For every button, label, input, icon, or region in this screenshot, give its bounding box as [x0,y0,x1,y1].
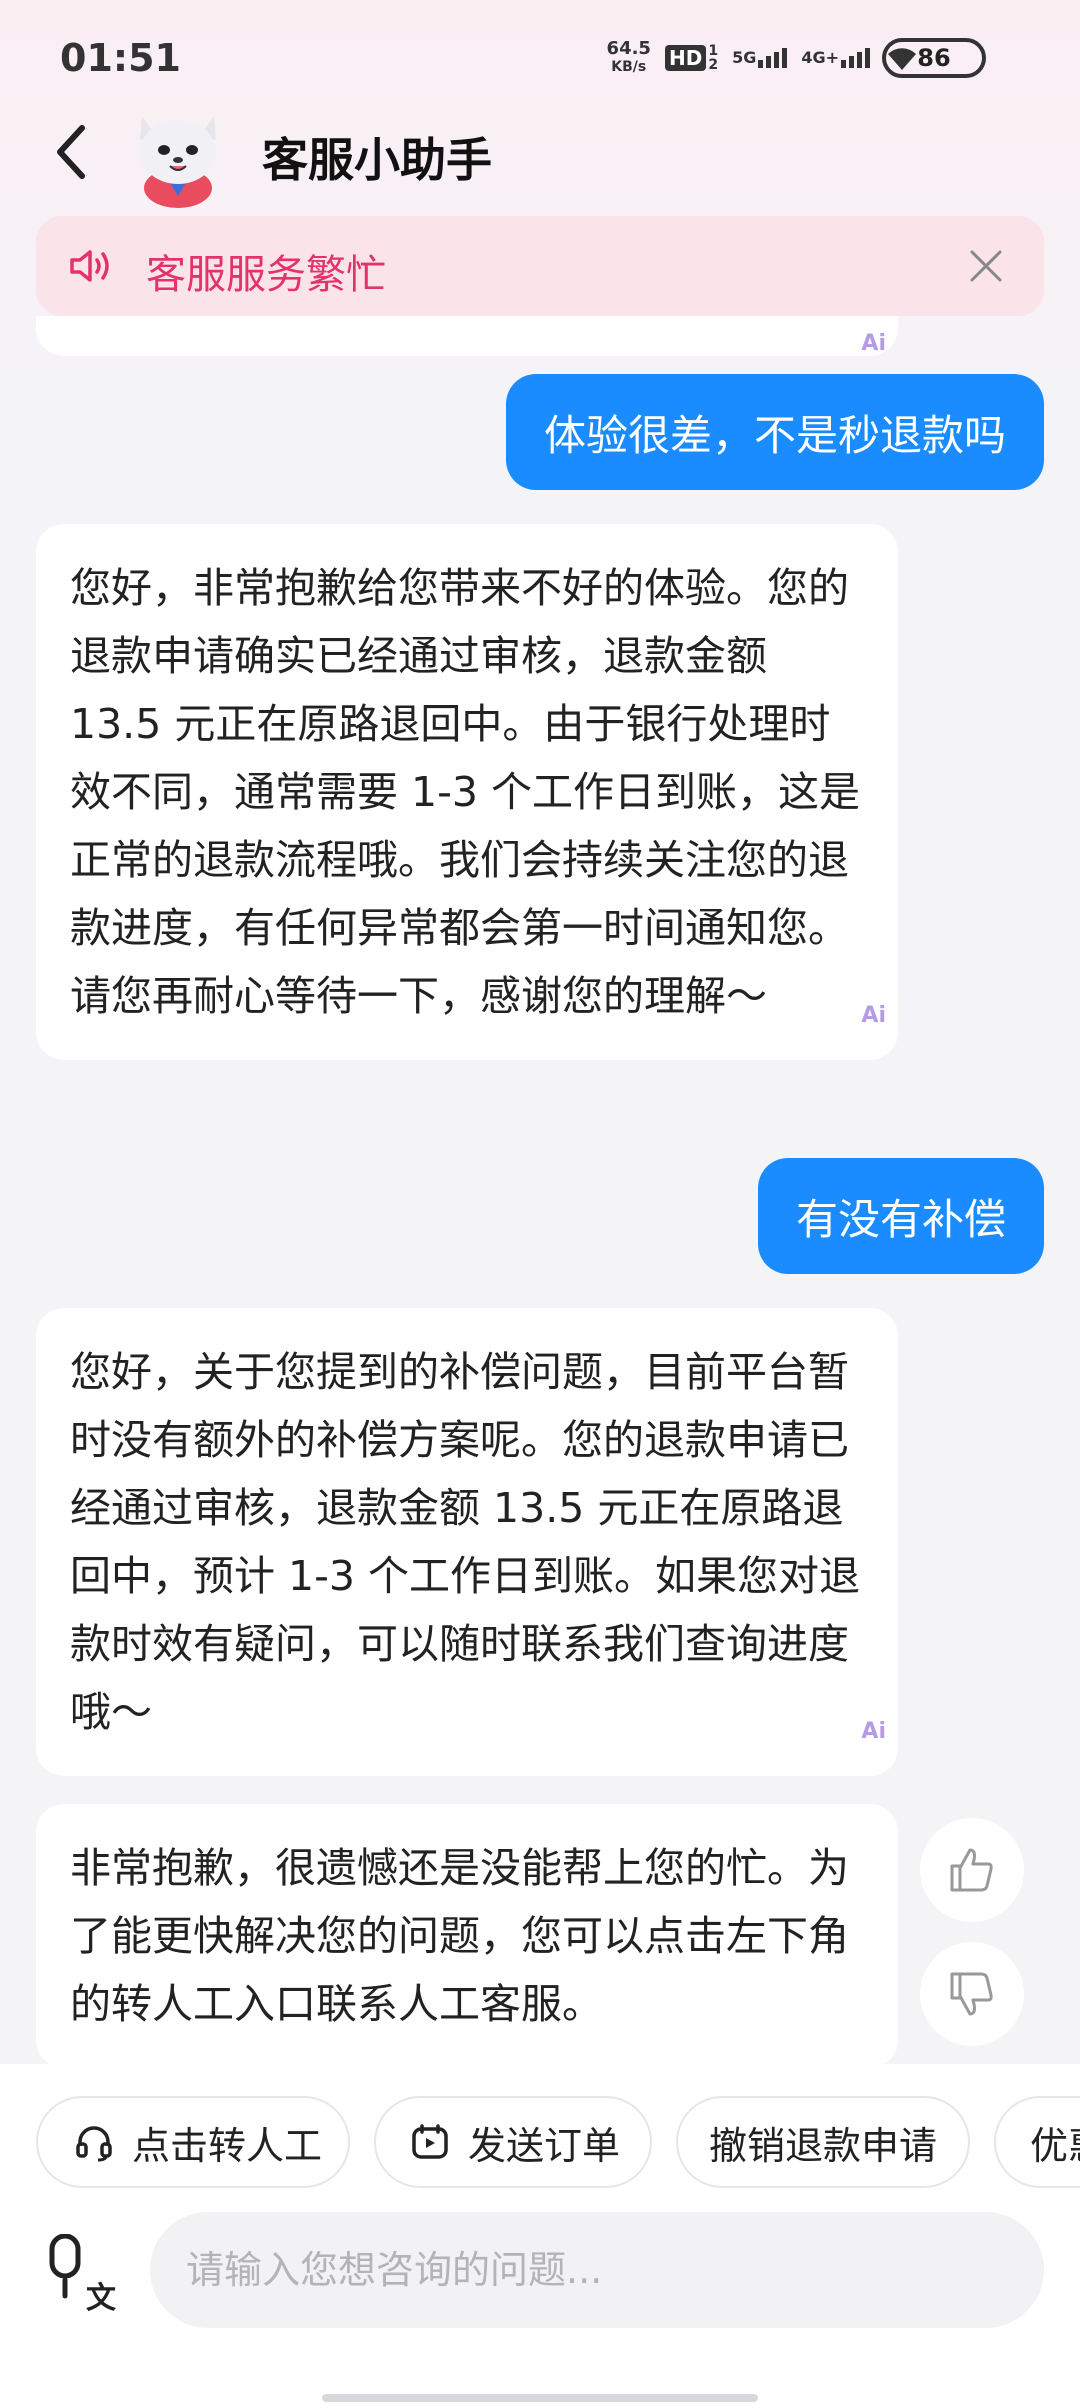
quick-actions[interactable]: 点击转人工 发送订单 撤销退款申请 优惠 [0,2096,1080,2192]
user-message-bubble: 体验很差，不是秒退款吗 [505,374,1044,490]
bot-message-bubble: 非常抱歉，很遗憾还是没能帮上您的忙。为了能更快解决您的问题，您可以点击左下角的转… [36,1804,898,2064]
like-button[interactable] [920,1818,1024,1922]
transfer-to-human-button[interactable]: 点击转人工 [36,2096,350,2188]
message-text: 您好，关于您提到的补偿问题，目前平台暂时没有额外的补偿方案呢。您的退款申请已经通… [70,1348,861,1736]
battery-indicator: 86 [882,38,986,78]
cat-mascot-avatar [140,116,216,208]
thumbs-up-icon [950,1848,993,1892]
close-icon[interactable] [964,244,1008,288]
voice-translate-icon[interactable]: 文 [44,2234,120,2314]
notice-banner: 客服服务繁忙 [36,216,1044,316]
order-icon [412,2124,448,2159]
network-speed: 64.5 KB/s [606,38,651,76]
speaker-icon [70,250,109,282]
signal-4g-icon: 4G+ [801,48,870,68]
previous-message-bubble: Ai [36,316,898,356]
message-text: 您好，非常抱歉给您带来不好的体验。您的退款申请确实已经通过审核，退款金额 13.… [70,564,861,1020]
dislike-button[interactable] [920,1942,1024,2046]
hd-icon: HD 1 2 [664,44,718,72]
ai-tag: Ai [861,331,886,356]
cancel-refund-button[interactable]: 撤销退款申请 [676,2096,970,2188]
bottom-panel: 点击转人工 发送订单 撤销退款申请 优惠 文 [0,2064,1080,2408]
send-order-button[interactable]: 发送订单 [374,2096,652,2188]
page-title: 客服小助手 [262,133,492,187]
headset-icon [76,2126,112,2162]
home-indicator[interactable] [322,2394,758,2402]
signal-5g-icon: 5G [732,48,788,68]
ai-tag: Ai [861,1003,886,1028]
bot-message-bubble: 您好，非常抱歉给您带来不好的体验。您的退款申请确实已经通过审核，退款金额 13.… [36,524,898,1060]
svg-text:文: 文 [86,2281,116,2314]
chevron-left-icon[interactable] [48,120,96,184]
status-indicators: 64.5 KB/s HD 1 2 5G 4G+ [607,40,920,76]
coupon-button[interactable]: 优惠 [994,2096,1080,2188]
user-message-bubble: 有没有补偿 [757,1158,1044,1274]
input-row: 文 [0,2212,1080,2332]
status-time: 01:51 [60,36,181,80]
bot-message-bubble: 您好，关于您提到的补偿问题，目前平台暂时没有额外的补偿方案呢。您的退款申请已经通… [36,1308,898,1776]
ai-tag: Ai [861,1719,886,1744]
chat-message-list[interactable]: Ai 体验很差，不是秒退款吗 您好，非常抱歉给您带来不好的体验。您的退款申请确实… [0,316,1080,2064]
message-input[interactable] [150,2212,1044,2328]
chat-header: 客服小助手 [0,96,1080,216]
thumbs-down-icon [950,1972,993,2016]
notice-text: 客服服务繁忙 [146,252,386,298]
message-text: 非常抱歉，很遗憾还是没能帮上您的忙。为了能更快解决您的问题，您可以点击左下角的转… [70,1844,849,2028]
